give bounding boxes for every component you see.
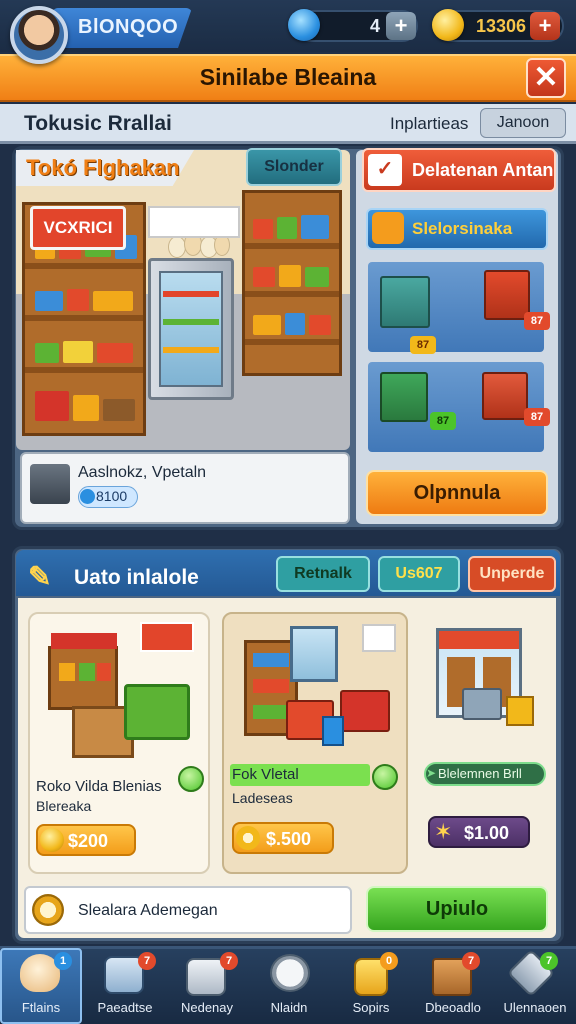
- tab-unperde[interactable]: Unperde: [468, 556, 556, 592]
- shop-tab-button[interactable]: Slonder: [246, 148, 342, 186]
- sub-header-link[interactable]: Inplartieas: [390, 114, 468, 134]
- coins-value: 13306: [475, 16, 526, 36]
- water-tower-building: [380, 276, 430, 328]
- close-button[interactable]: ✕: [526, 58, 566, 98]
- gems-value: 4: [369, 16, 380, 36]
- star-icon: ✶: [434, 819, 453, 844]
- red-shop-building: [484, 270, 530, 320]
- card-subtitle: Ladeseas: [232, 790, 293, 806]
- building-badge: 87: [524, 408, 550, 426]
- display-case: [290, 626, 338, 682]
- footer-text: Slealara Ademegan: [78, 902, 218, 919]
- calendar-icon: [372, 212, 404, 244]
- nav-badge: 1: [54, 952, 72, 970]
- card-title: Roko Vilda Blenias: [36, 778, 162, 795]
- nav-label: Ftlains: [21, 1000, 61, 1015]
- nav-label: Paeadtse: [97, 1000, 153, 1015]
- building-badge: 87: [524, 312, 550, 330]
- shop-tab-label: Tokó Flghakan: [26, 155, 180, 180]
- arrow-right-icon: ➤: [426, 766, 437, 780]
- nav-label: Nlaidn: [270, 1000, 308, 1015]
- upgrade-arrow-icon: [178, 766, 204, 792]
- gem-icon: [288, 9, 320, 41]
- nav-badge: 7: [462, 952, 480, 970]
- clock-icon: [270, 954, 310, 992]
- player-avatar[interactable]: [10, 6, 68, 64]
- shop-info-name: Aaslnokz, Vpetaln: [78, 464, 207, 481]
- sale-sign: [140, 622, 194, 652]
- store-sign: VCXRICI: [30, 206, 126, 250]
- fridge: [148, 258, 234, 400]
- upgrade-arrow-icon: [372, 764, 398, 790]
- add-gems-button[interactable]: +: [386, 12, 416, 40]
- sub-header-button[interactable]: Janoon: [480, 108, 566, 138]
- fridge-sign: [148, 206, 240, 238]
- open-button[interactable]: Olpnnula: [366, 470, 548, 516]
- coin-icon: [432, 9, 464, 41]
- clock-icon: [32, 894, 64, 926]
- shop-interior-view[interactable]: [16, 150, 350, 450]
- card-subtitle: Blereaka: [36, 798, 92, 814]
- green-bin-building: [380, 372, 428, 422]
- green-basket: [124, 684, 190, 740]
- nav-label: Ulennaoen: [503, 1000, 567, 1015]
- tab-retnalk[interactable]: Retnalk: [276, 556, 370, 592]
- tab-us607[interactable]: Us607: [378, 556, 460, 592]
- price-sign: [362, 624, 396, 652]
- red-shop-building: [482, 372, 528, 420]
- shopping-cart: [462, 688, 502, 720]
- section-title: Tokusic Rrallai: [24, 112, 172, 135]
- crate-stand-illustration: [48, 633, 118, 710]
- trash-bin: [322, 716, 344, 746]
- wrench-icon: ✎: [28, 561, 52, 592]
- nav-badge: 7: [220, 952, 238, 970]
- card-title: Fok Vletal: [232, 766, 299, 783]
- cash-register-icon: [30, 464, 70, 504]
- right-shelf: [242, 190, 342, 376]
- add-coins-button[interactable]: +: [530, 12, 560, 40]
- gem-icon: [80, 489, 95, 504]
- checkmark-icon: ✓: [368, 154, 402, 186]
- box-item: [506, 696, 534, 726]
- update-button[interactable]: Upiulo: [366, 886, 548, 932]
- banner-title: Sinilabe Bleaina: [199, 64, 377, 90]
- nav-label: Sopirs: [352, 1000, 390, 1015]
- card-title: Blelemnen Brll: [438, 766, 522, 781]
- nav-badge: 7: [540, 952, 558, 970]
- nav-label: Nedenay: [180, 1000, 234, 1015]
- coin-icon: [40, 828, 64, 852]
- building-badge: 87: [410, 336, 436, 354]
- upgrade-title: Uato inlalole: [74, 566, 199, 589]
- building-badge: 87: [430, 412, 456, 430]
- nav-badge: 7: [138, 952, 156, 970]
- player-name: BlONQOO: [78, 16, 179, 38]
- nav-badge: 0: [380, 952, 398, 970]
- sun-coin-icon: [236, 826, 260, 850]
- nav-label: Dbeoadlo: [425, 1000, 481, 1015]
- shopping-cart: [340, 690, 390, 732]
- shop-info-price: 8100: [96, 488, 128, 504]
